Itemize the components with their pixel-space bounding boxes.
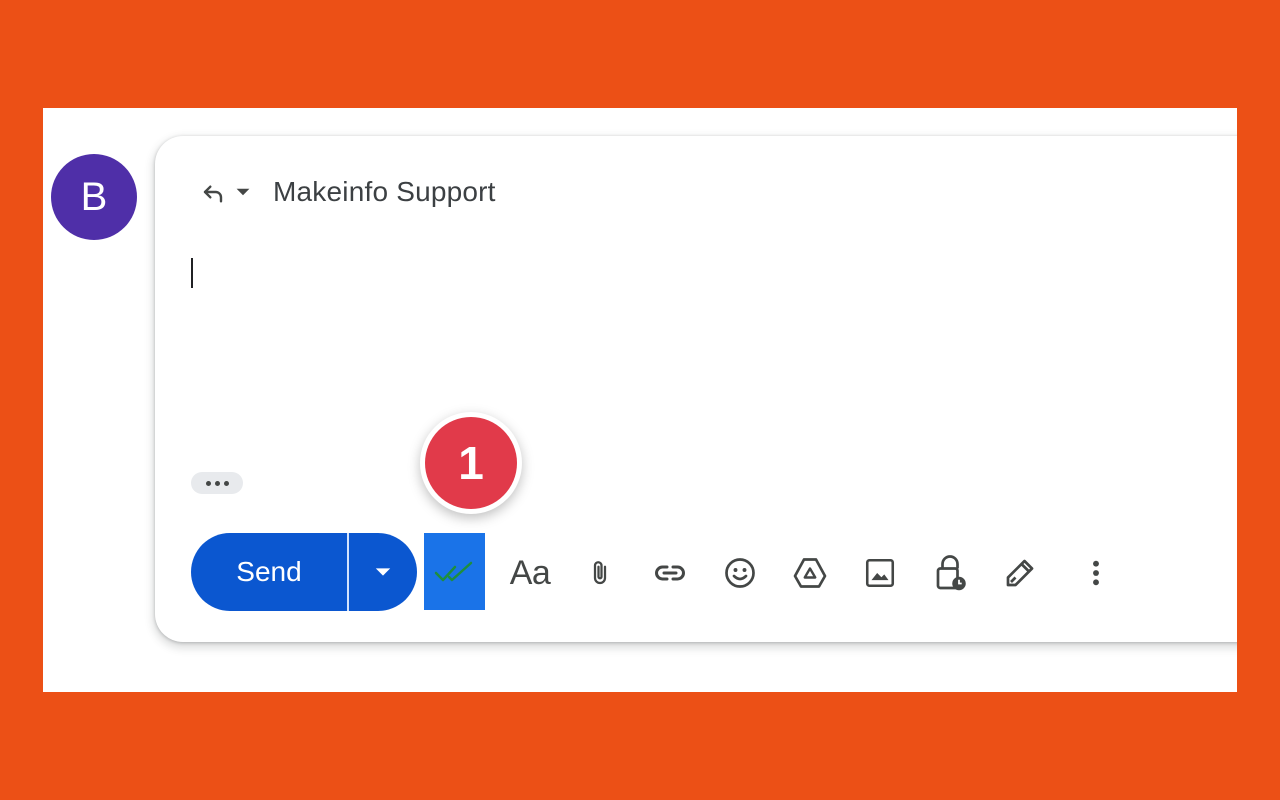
show-trimmed-content-button[interactable] [191, 472, 243, 494]
message-body-input[interactable] [189, 256, 1189, 456]
dot [205, 480, 211, 486]
paperclip-glyph [593, 561, 607, 585]
compose-toolbar: Aa [155, 548, 1237, 598]
lock-clock-glyph [936, 555, 966, 591]
caret-glyph [236, 188, 250, 196]
dot [214, 480, 220, 486]
drive-icon[interactable] [786, 548, 834, 598]
formatting-options-icon[interactable]: Aa [506, 548, 554, 598]
reply-icon[interactable] [195, 174, 231, 210]
attach-icon[interactable] [576, 548, 624, 598]
reply-compose-card: Makeinfo Support Send Aa [155, 136, 1237, 642]
link-glyph [655, 565, 685, 581]
text-cursor [191, 258, 193, 288]
more-options-icon[interactable] [1072, 548, 1120, 598]
reply-arrow-icon [203, 185, 223, 203]
format-label: Aa [509, 553, 551, 592]
smiley-glyph [725, 558, 755, 588]
signature-icon[interactable] [996, 548, 1044, 598]
recipient-name[interactable]: Makeinfo Support [273, 176, 496, 208]
avatar: B [51, 154, 137, 240]
pen-glyph [1006, 559, 1034, 587]
avatar-initial: B [80, 174, 108, 219]
image-glyph [865, 558, 895, 588]
step-number-badge: 1 [420, 412, 522, 514]
dropdown-caret-icon[interactable] [233, 182, 253, 202]
vertical-dots-glyph [1093, 560, 1099, 586]
emoji-icon[interactable] [716, 548, 764, 598]
link-icon[interactable] [646, 548, 694, 598]
dot [223, 480, 229, 486]
reply-header: Makeinfo Support [195, 174, 496, 210]
photo-icon[interactable] [856, 548, 904, 598]
email-panel: B Makeinfo Support Send Aa [43, 108, 1237, 692]
drive-glyph [793, 558, 827, 588]
step-number: 1 [425, 417, 517, 509]
confidential-mode-icon[interactable] [926, 548, 974, 598]
